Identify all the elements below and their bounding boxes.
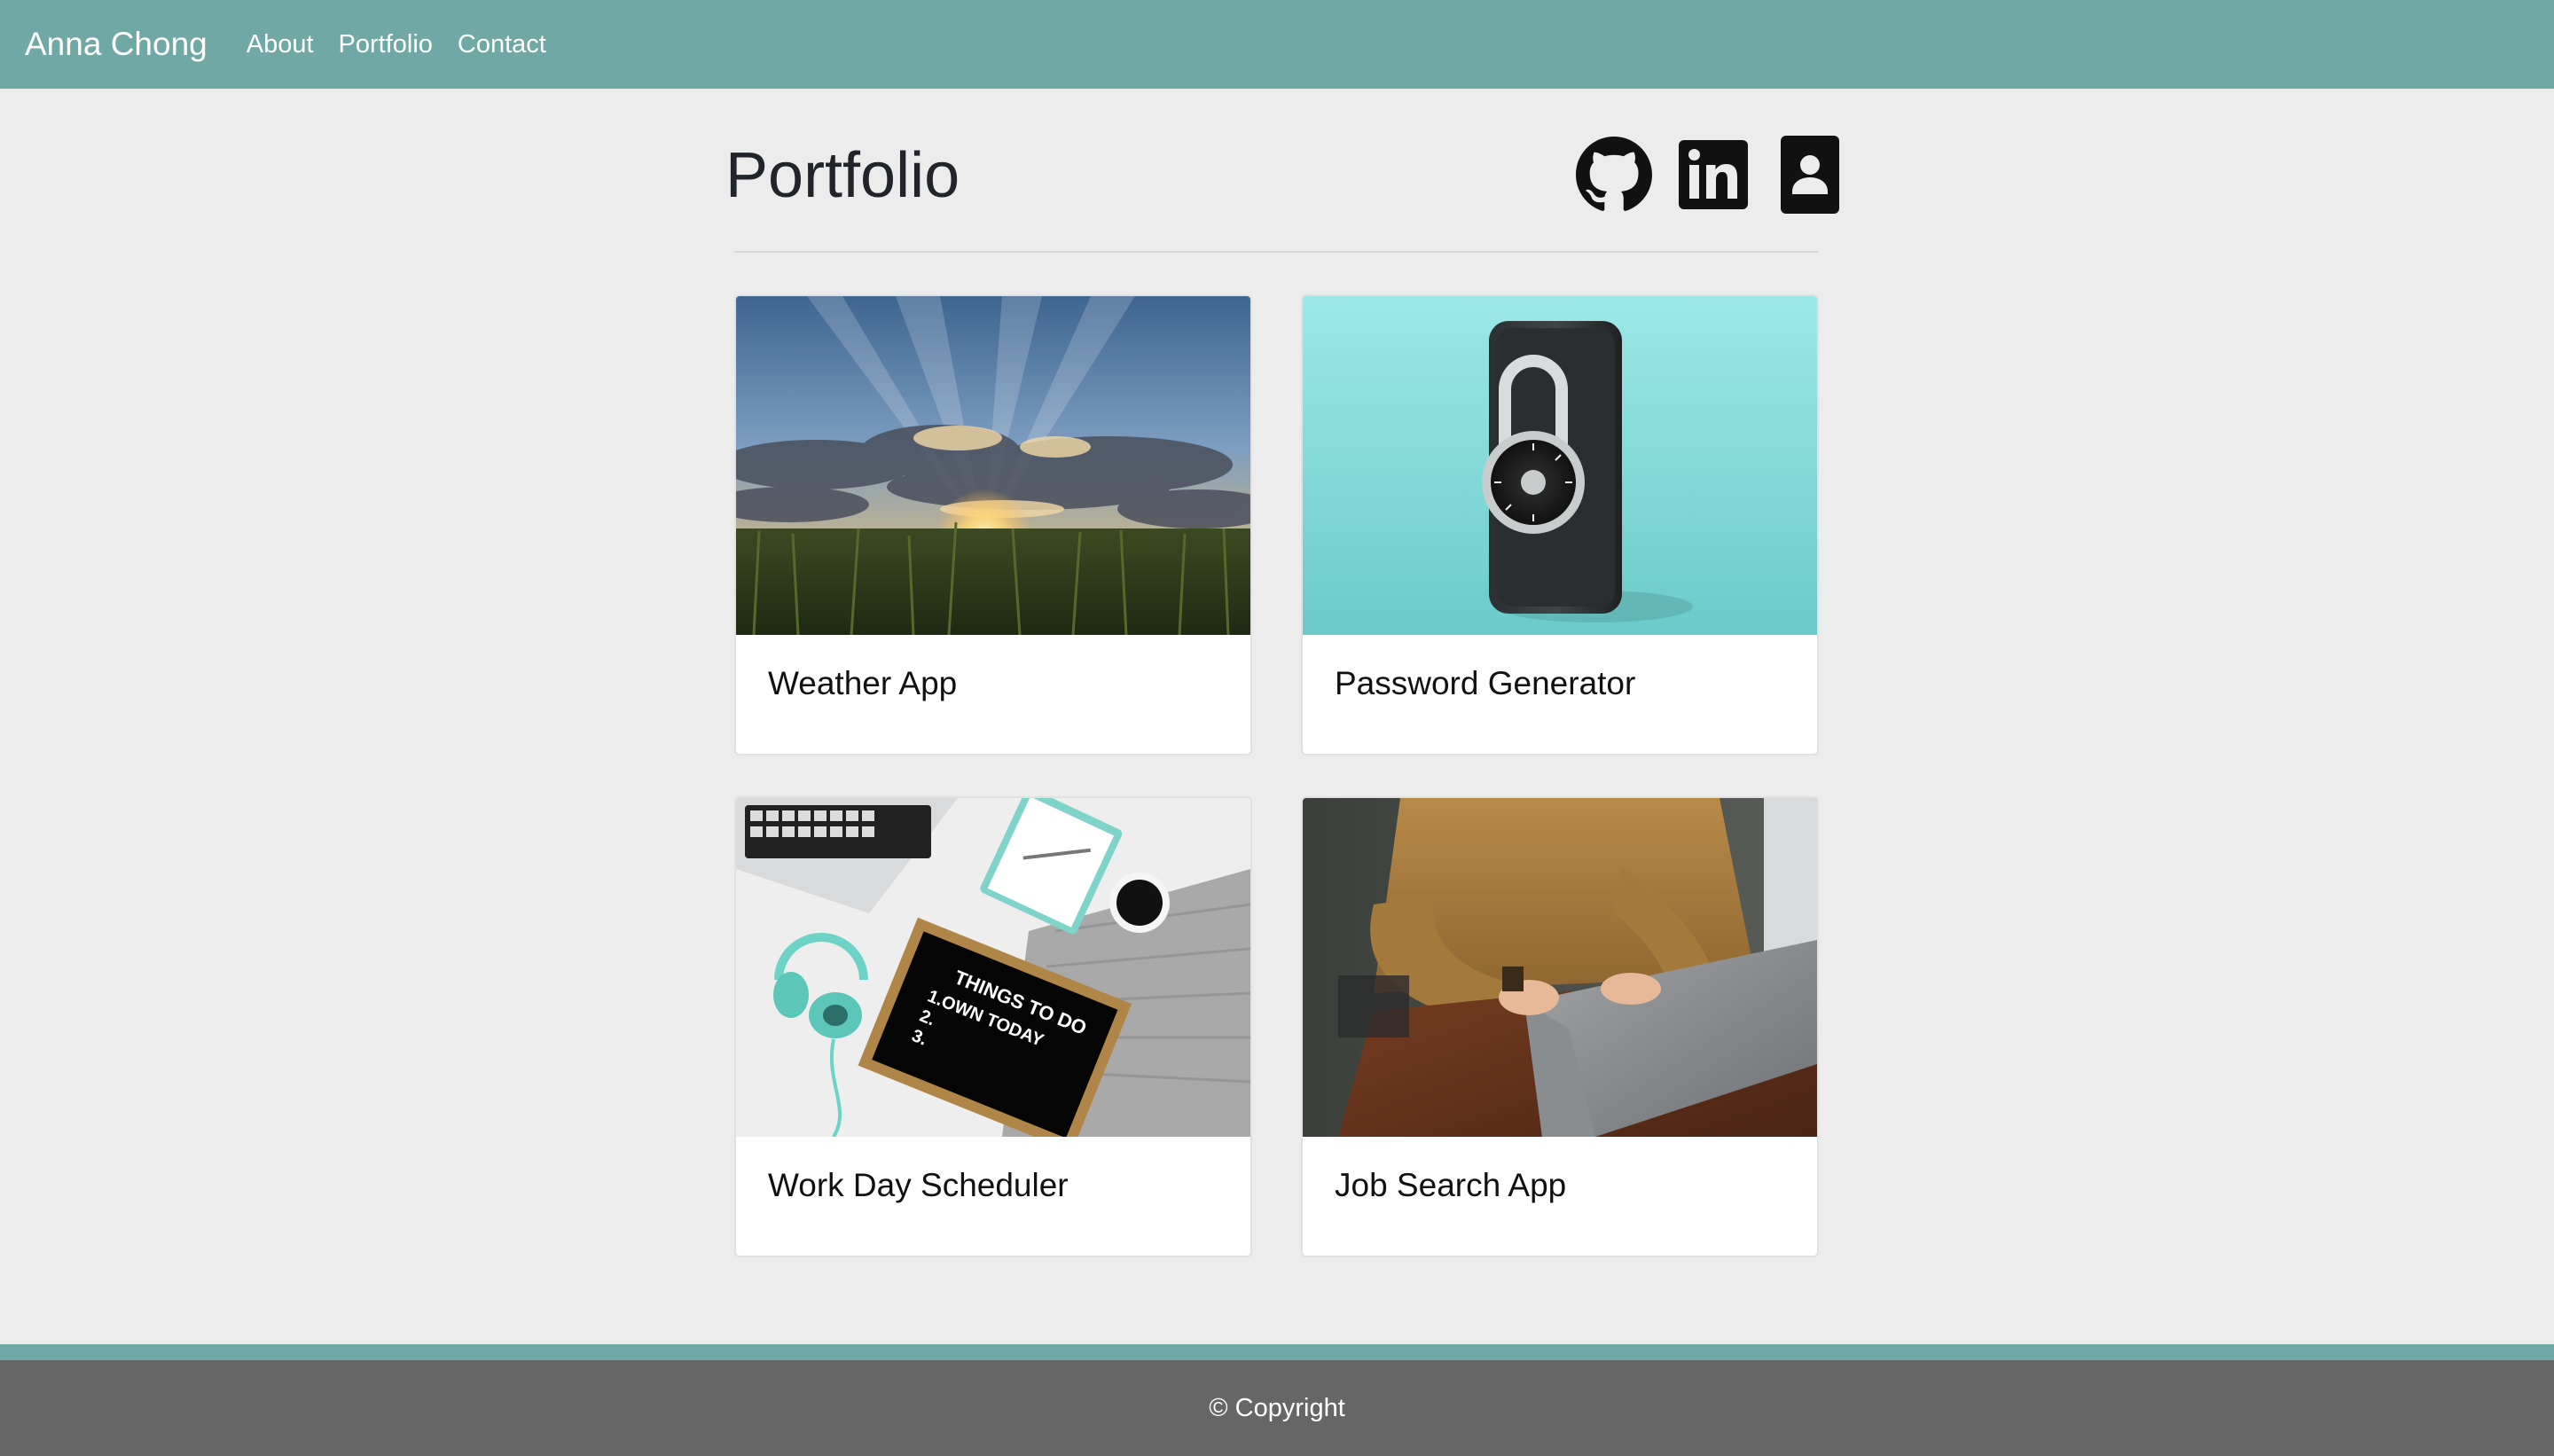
contact-card-icon: [1781, 136, 1839, 214]
project-card-weather-app[interactable]: Weather App: [734, 294, 1252, 755]
project-title-job-search-app[interactable]: Job Search App: [1335, 1167, 1566, 1204]
footer-accent-band: [0, 1344, 2554, 1360]
footer: © Copyright: [0, 1360, 2554, 1456]
nav-link-contact[interactable]: Contact: [458, 30, 546, 59]
project-card-password-generator[interactable]: Password Generator: [1301, 294, 1819, 755]
project-image-weather-app: [736, 296, 1250, 635]
project-card-work-day-scheduler[interactable]: THINGS TO DO 1.OWN TODAY 2. 3. Work Day …: [734, 796, 1252, 1257]
project-card-job-search-app[interactable]: Job Search App: [1301, 796, 1819, 1257]
github-icon: [1576, 137, 1652, 211]
project-title-password-generator[interactable]: Password Generator: [1335, 665, 1635, 702]
navbar: Anna Chong About Portfolio Contact: [0, 0, 2554, 89]
project-image-job-search-app: [1303, 798, 1817, 1137]
project-image-password-generator: [1303, 296, 1817, 635]
page-title: Portfolio: [725, 140, 960, 211]
linkedin-link[interactable]: [1678, 135, 1749, 215]
brand-link[interactable]: Anna Chong: [25, 26, 208, 63]
header-divider: [734, 251, 1818, 253]
copyright-text: © Copyright: [1209, 1393, 1345, 1422]
linkedin-icon: [1679, 140, 1748, 209]
github-link[interactable]: [1575, 135, 1653, 215]
project-title-work-day-scheduler[interactable]: Work Day Scheduler: [768, 1167, 1069, 1204]
project-image-work-day-scheduler: THINGS TO DO 1.OWN TODAY 2. 3.: [736, 798, 1250, 1137]
contact-card-link[interactable]: [1779, 135, 1841, 215]
nav-link-portfolio[interactable]: Portfolio: [339, 30, 433, 59]
nav-link-about[interactable]: About: [247, 30, 314, 59]
project-title-weather-app[interactable]: Weather App: [768, 665, 957, 702]
